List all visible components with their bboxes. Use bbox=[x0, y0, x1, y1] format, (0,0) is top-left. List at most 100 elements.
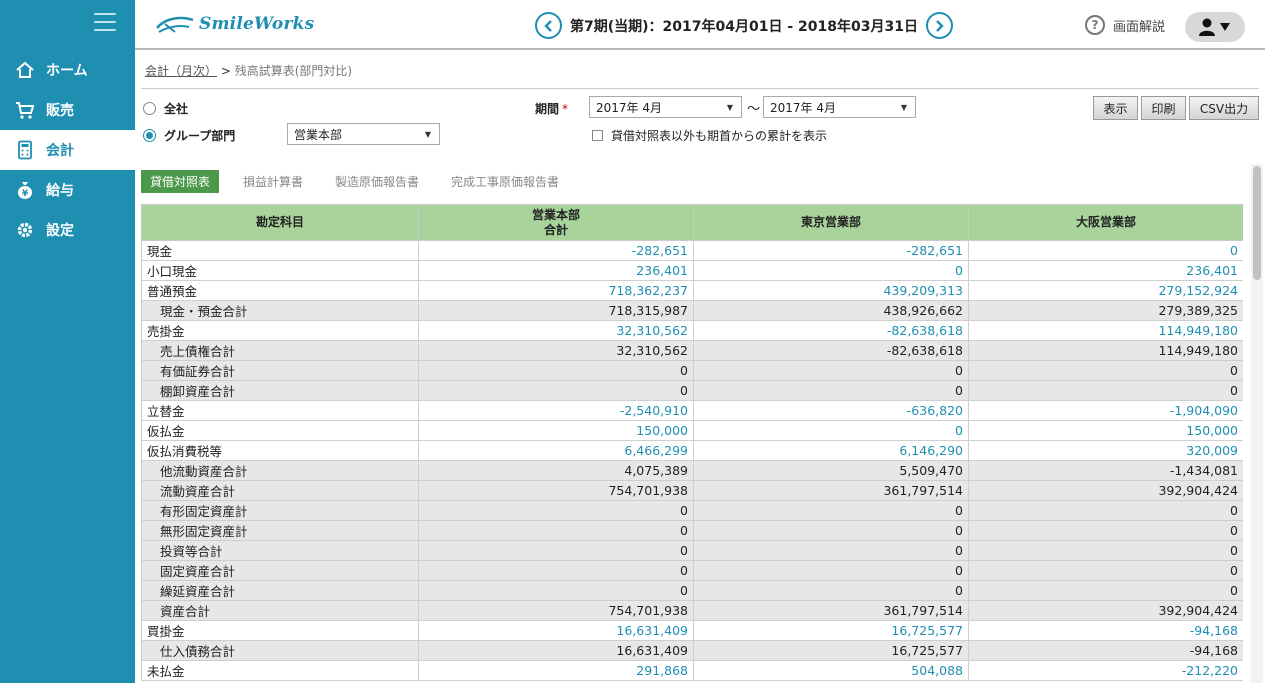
hq-total-cell[interactable]: -2,540,910 bbox=[418, 400, 694, 421]
scope-all-label: 全社 bbox=[164, 102, 189, 116]
hq-total-cell[interactable]: 291,868 bbox=[418, 660, 694, 681]
scope-group-option[interactable]: グループ部門 bbox=[143, 127, 235, 144]
hq-total-cell[interactable]: 718,362,237 bbox=[418, 280, 694, 301]
table-row: 未払金 291,868 504,088 -212,220 bbox=[141, 660, 1243, 681]
osaka-cell: -1,434,081 bbox=[968, 460, 1243, 481]
sidebar-item-payroll[interactable]: ¥ 給与 bbox=[0, 170, 135, 210]
table-row: 現金 -282,651 -282,651 0 bbox=[141, 240, 1243, 261]
hq-total-cell[interactable]: 236,401 bbox=[418, 260, 694, 281]
tokyo-cell[interactable]: 0 bbox=[693, 420, 969, 441]
hq-total-cell: 4,075,389 bbox=[418, 460, 694, 481]
hq-total-cell[interactable]: -282,651 bbox=[418, 240, 694, 261]
osaka-cell[interactable]: 114,949,180 bbox=[968, 320, 1243, 341]
osaka-cell[interactable]: -1,904,090 bbox=[968, 400, 1243, 421]
osaka-cell[interactable]: -94,168 bbox=[968, 620, 1243, 641]
vertical-scrollbar[interactable] bbox=[1251, 164, 1263, 683]
question-icon: ? bbox=[1085, 15, 1105, 35]
period-to-select[interactable]: 2017年 4月 ▼ bbox=[763, 96, 916, 118]
hq-total-cell[interactable]: 16,631,409 bbox=[418, 620, 694, 641]
column-header-account: 勘定科目 bbox=[141, 204, 419, 241]
top-header: SmileWorks 第7期(当期)：2017年04月01日 - 2018年03… bbox=[135, 0, 1265, 50]
tokyo-cell[interactable]: 439,209,313 bbox=[693, 280, 969, 301]
osaka-cell[interactable]: -212,220 bbox=[968, 660, 1243, 681]
tokyo-cell[interactable]: 16,725,577 bbox=[693, 620, 969, 641]
sidebar-item-settings[interactable]: 設定 bbox=[0, 210, 135, 250]
account-name-cell: 仮払消費税等 bbox=[141, 440, 419, 461]
hq-total-cell[interactable]: 6,466,299 bbox=[418, 440, 694, 461]
osaka-cell[interactable]: 0 bbox=[968, 240, 1243, 261]
money-bag-icon: ¥ bbox=[14, 179, 36, 201]
osaka-cell[interactable]: 236,401 bbox=[968, 260, 1243, 281]
cumulative-option[interactable]: 貸借対照表以外も期首からの累計を表示 bbox=[592, 127, 827, 144]
tokyo-cell[interactable]: -282,651 bbox=[693, 240, 969, 261]
scope-all-option[interactable]: 全社 bbox=[143, 100, 188, 117]
help-button[interactable]: ? 画面解説 bbox=[1085, 15, 1165, 35]
osaka-cell: 0 bbox=[968, 560, 1243, 581]
scope-all-radio[interactable] bbox=[143, 102, 156, 115]
sidebar-item-accounting[interactable]: 会計 bbox=[0, 130, 135, 170]
tokyo-cell: 361,797,514 bbox=[693, 480, 969, 501]
sidebar-item-label: ホーム bbox=[46, 63, 88, 79]
account-name-cell: 固定資産合計 bbox=[141, 560, 419, 581]
column-header-osaka: 大阪営業部 bbox=[968, 204, 1243, 241]
tab-income-statement[interactable]: 損益計算書 bbox=[227, 170, 319, 193]
tokyo-cell[interactable]: 0 bbox=[693, 260, 969, 281]
hq-total-cell[interactable]: 32,310,562 bbox=[418, 320, 694, 341]
hq-total-cell: 0 bbox=[418, 360, 694, 381]
next-period-button[interactable] bbox=[925, 12, 953, 39]
osaka-cell[interactable]: 320,009 bbox=[968, 440, 1243, 461]
table-row: 現金・預金合計 718,315,987 438,926,662 279,389,325 bbox=[141, 300, 1243, 321]
period-from-select[interactable]: 2017年 4月 ▼ bbox=[589, 96, 742, 118]
table-header-row: 勘定科目 営業本部 合計 東京営業部 大阪営業部 bbox=[141, 204, 1243, 241]
group-department-value: 営業本部 bbox=[294, 127, 343, 142]
csv-export-button[interactable]: CSV出力 bbox=[1189, 96, 1259, 120]
table-row: 有価証券合計 0 0 0 bbox=[141, 360, 1243, 381]
osaka-cell: 392,904,424 bbox=[968, 600, 1243, 621]
print-button[interactable]: 印刷 bbox=[1141, 96, 1186, 120]
previous-period-button[interactable] bbox=[535, 12, 562, 39]
cumulative-checkbox[interactable] bbox=[592, 130, 603, 141]
tokyo-cell: 16,725,577 bbox=[693, 640, 969, 661]
osaka-cell[interactable]: 279,152,924 bbox=[968, 280, 1243, 301]
table-row: 普通預金 718,362,237 439,209,313 279,152,924 bbox=[141, 280, 1243, 301]
tokyo-cell[interactable]: -82,638,618 bbox=[693, 320, 969, 341]
tab-balance-sheet[interactable]: 貸借対照表 bbox=[141, 170, 220, 193]
osaka-cell: 0 bbox=[968, 360, 1243, 381]
account-name-cell: 他流動資産合計 bbox=[141, 460, 419, 481]
logo-swoosh-icon bbox=[156, 16, 194, 33]
account-name-cell: 普通預金 bbox=[141, 280, 419, 301]
sidebar-item-sales[interactable]: 販売 bbox=[0, 90, 135, 130]
gear-icon bbox=[14, 219, 36, 241]
account-name-cell: 流動資産合計 bbox=[141, 480, 419, 501]
breadcrumb: 会計（月次） > 残高試算表(部門対比) bbox=[145, 62, 352, 79]
account-name-cell: 未払金 bbox=[141, 660, 419, 681]
account-name-cell: 現金 bbox=[141, 240, 419, 261]
account-name-cell: 棚卸資産合計 bbox=[141, 380, 419, 401]
scrollbar-thumb[interactable] bbox=[1253, 166, 1261, 280]
help-label: 画面解説 bbox=[1113, 19, 1166, 35]
tokyo-cell[interactable]: 6,146,290 bbox=[693, 440, 969, 461]
table-row: 無形固定資産計 0 0 0 bbox=[141, 520, 1243, 541]
group-department-select[interactable]: 営業本部 ▼ bbox=[287, 123, 440, 145]
table-row: 仮払消費税等 6,466,299 6,146,290 320,009 bbox=[141, 440, 1243, 461]
dropdown-arrow-icon: ▼ bbox=[900, 102, 907, 112]
sidebar-item-home[interactable]: ホーム bbox=[0, 50, 135, 90]
hq-total-cell[interactable]: 150,000 bbox=[418, 420, 694, 441]
tokyo-cell[interactable]: -636,820 bbox=[693, 400, 969, 421]
account-name-cell: 資産合計 bbox=[141, 600, 419, 621]
hq-total-cell: 0 bbox=[418, 380, 694, 401]
breadcrumb-parent-link[interactable]: 会計（月次） bbox=[145, 64, 217, 78]
user-menu-button[interactable] bbox=[1185, 12, 1245, 42]
tokyo-cell[interactable]: 504,088 bbox=[693, 660, 969, 681]
tokyo-cell: -82,638,618 bbox=[693, 340, 969, 361]
home-icon bbox=[14, 59, 36, 81]
show-button[interactable]: 表示 bbox=[1093, 96, 1138, 120]
tab-manufacturing-cost[interactable]: 製造原価報告書 bbox=[319, 170, 435, 193]
osaka-cell[interactable]: 150,000 bbox=[968, 420, 1243, 441]
tab-construction-cost[interactable]: 完成工事原価報告書 bbox=[435, 170, 575, 193]
hamburger-menu-icon[interactable] bbox=[94, 13, 116, 33]
osaka-cell: 114,949,180 bbox=[968, 340, 1243, 361]
sidebar-item-label: 会計 bbox=[46, 143, 74, 159]
brand-logo[interactable]: SmileWorks bbox=[155, 12, 314, 36]
scope-group-radio[interactable] bbox=[143, 129, 156, 142]
